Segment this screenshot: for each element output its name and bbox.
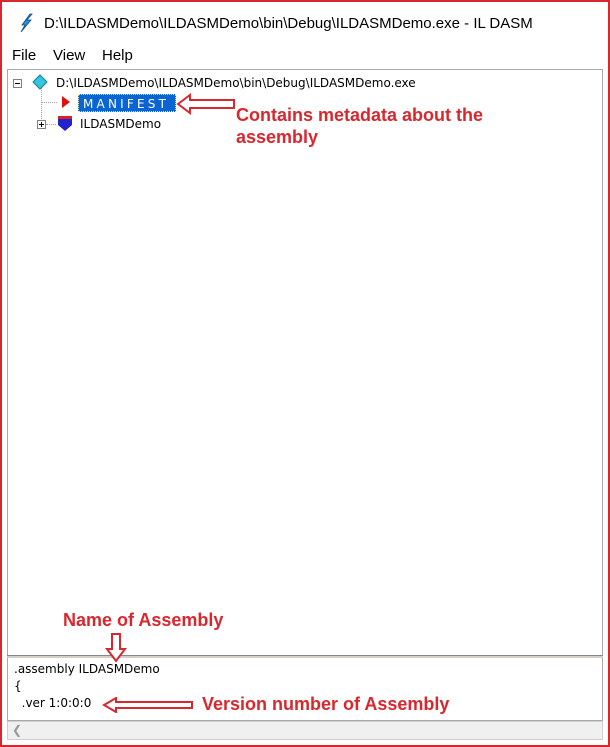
tree-connector-line <box>41 102 57 103</box>
ildasm-app-icon <box>20 13 33 33</box>
tree-root-label[interactable]: D:\ILDASMDemo\ILDASMDemo\bin\Debug\ILDAS… <box>56 76 416 90</box>
detail-line-assembly: .assembly ILDASMDemo <box>14 662 160 676</box>
expand-namespace-toggle[interactable] <box>37 120 46 129</box>
manifest-node[interactable]: MANIFEST <box>78 94 176 112</box>
menu-help[interactable]: Help <box>102 47 133 64</box>
scroll-left-arrow-icon[interactable]: ❮ <box>12 723 22 737</box>
collapse-root-toggle[interactable] <box>13 79 22 88</box>
namespace-label[interactable]: ILDASMDemo <box>80 117 161 131</box>
horizontal-scrollbar[interactable]: ❮ <box>7 721 603 740</box>
name-annotation-arrow <box>105 633 127 663</box>
manifest-triangle-icon <box>62 96 70 108</box>
name-annotation: Name of Assembly <box>63 610 224 630</box>
assembly-diamond-icon <box>32 74 48 90</box>
detail-line-version: .ver 1:0:0:0 <box>14 696 92 710</box>
version-annotation-arrow <box>102 697 193 713</box>
detail-line-brace: { <box>14 679 22 693</box>
namespace-shield-icon <box>58 116 72 131</box>
manifest-annotation-line2: assembly <box>236 127 319 147</box>
title-bar: D:\ILDASMDemo\ILDASMDemo\bin\Debug\ILDAS… <box>2 2 606 42</box>
version-annotation: Version number of Assembly <box>202 694 450 714</box>
manifest-annotation: Contains metadata about the assembly <box>236 104 483 148</box>
manifest-annotation-arrow <box>176 93 235 115</box>
manifest-annotation-line1: Contains metadata about the <box>236 105 484 125</box>
assembly-tree-view[interactable] <box>7 69 603 656</box>
menu-file[interactable]: File <box>12 47 36 64</box>
manifest-label: MANIFEST <box>83 97 170 111</box>
window-title: D:\ILDASMDemo\ILDASMDemo\bin\Debug\ILDAS… <box>44 15 533 32</box>
menu-bar: File View Help <box>2 44 606 68</box>
tree-connector-line <box>46 124 56 125</box>
menu-view[interactable]: View <box>53 47 85 64</box>
